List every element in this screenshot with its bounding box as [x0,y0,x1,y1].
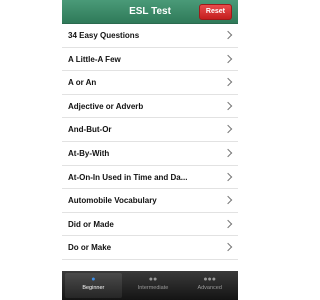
list-item-label: A Little-A Few [68,54,121,64]
phone-screen: ESL Test Reset 34 Easy Questions A Littl… [62,0,238,300]
list-item[interactable]: Adjective or Adverb [62,95,238,119]
chevron-right-icon [223,219,233,228]
list-item[interactable]: Do or Make [62,236,238,260]
chevron-right-icon [223,125,233,134]
tab-label: Intermediate [137,285,169,291]
list-item-label: 34 Easy Questions [68,31,140,40]
list-item-label: Do or Make [68,243,112,253]
list-item[interactable]: At-By-With [62,142,238,166]
list-item[interactable]: A or An [62,71,238,95]
list-item-label: Did or Made [68,219,114,229]
chevron-right-icon [223,77,233,87]
tab-intermediate[interactable]: ●● Intermediate [125,271,182,300]
chevron-right-icon [223,54,233,63]
chevron-right-icon [223,243,233,252]
topic-list: 34 Easy Questions A Little-A Few A or An… [62,24,238,270]
tab-bar: ● Beginner ●● Intermediate ●●● Advanced [62,271,238,300]
chevron-right-icon [223,30,233,40]
list-item-label: At-By-With [68,148,110,158]
list-item-label: Adjective or Adverb [68,101,144,111]
three-dots-icon: ●●● [203,276,217,283]
chevron-right-icon [223,172,233,181]
list-item[interactable]: Automobile Vocabulary [62,189,238,213]
tab-beginner[interactable]: ● Beginner [65,273,122,298]
nav-bar: ESL Test Reset [62,0,238,24]
chevron-right-icon [223,148,233,158]
list-item[interactable]: And-But-Or [62,118,238,142]
list-item[interactable]: A Little-A Few [62,48,238,72]
tab-label: Advanced [197,285,222,291]
two-dots-icon: ●● [148,276,158,283]
list-item[interactable]: Did or Made [62,213,238,237]
tab-advanced[interactable]: ●●● Advanced [181,271,238,300]
reset-button[interactable]: Reset [198,4,232,20]
list-item-label: At-On-In Used in Time and Da... [68,172,188,182]
list-item-label: A or An [68,78,97,88]
dot-icon: ● [91,276,96,283]
tab-label: Beginner [82,285,105,291]
chevron-right-icon [223,101,233,111]
list-item-label: Automobile Vocabulary [68,196,157,206]
list-item-label: And-But-Or [68,125,112,135]
chevron-right-icon [223,195,233,205]
list-item[interactable]: At-On-In Used in Time and Da... [62,166,238,190]
list-item[interactable]: 34 Easy Questions [62,24,238,48]
